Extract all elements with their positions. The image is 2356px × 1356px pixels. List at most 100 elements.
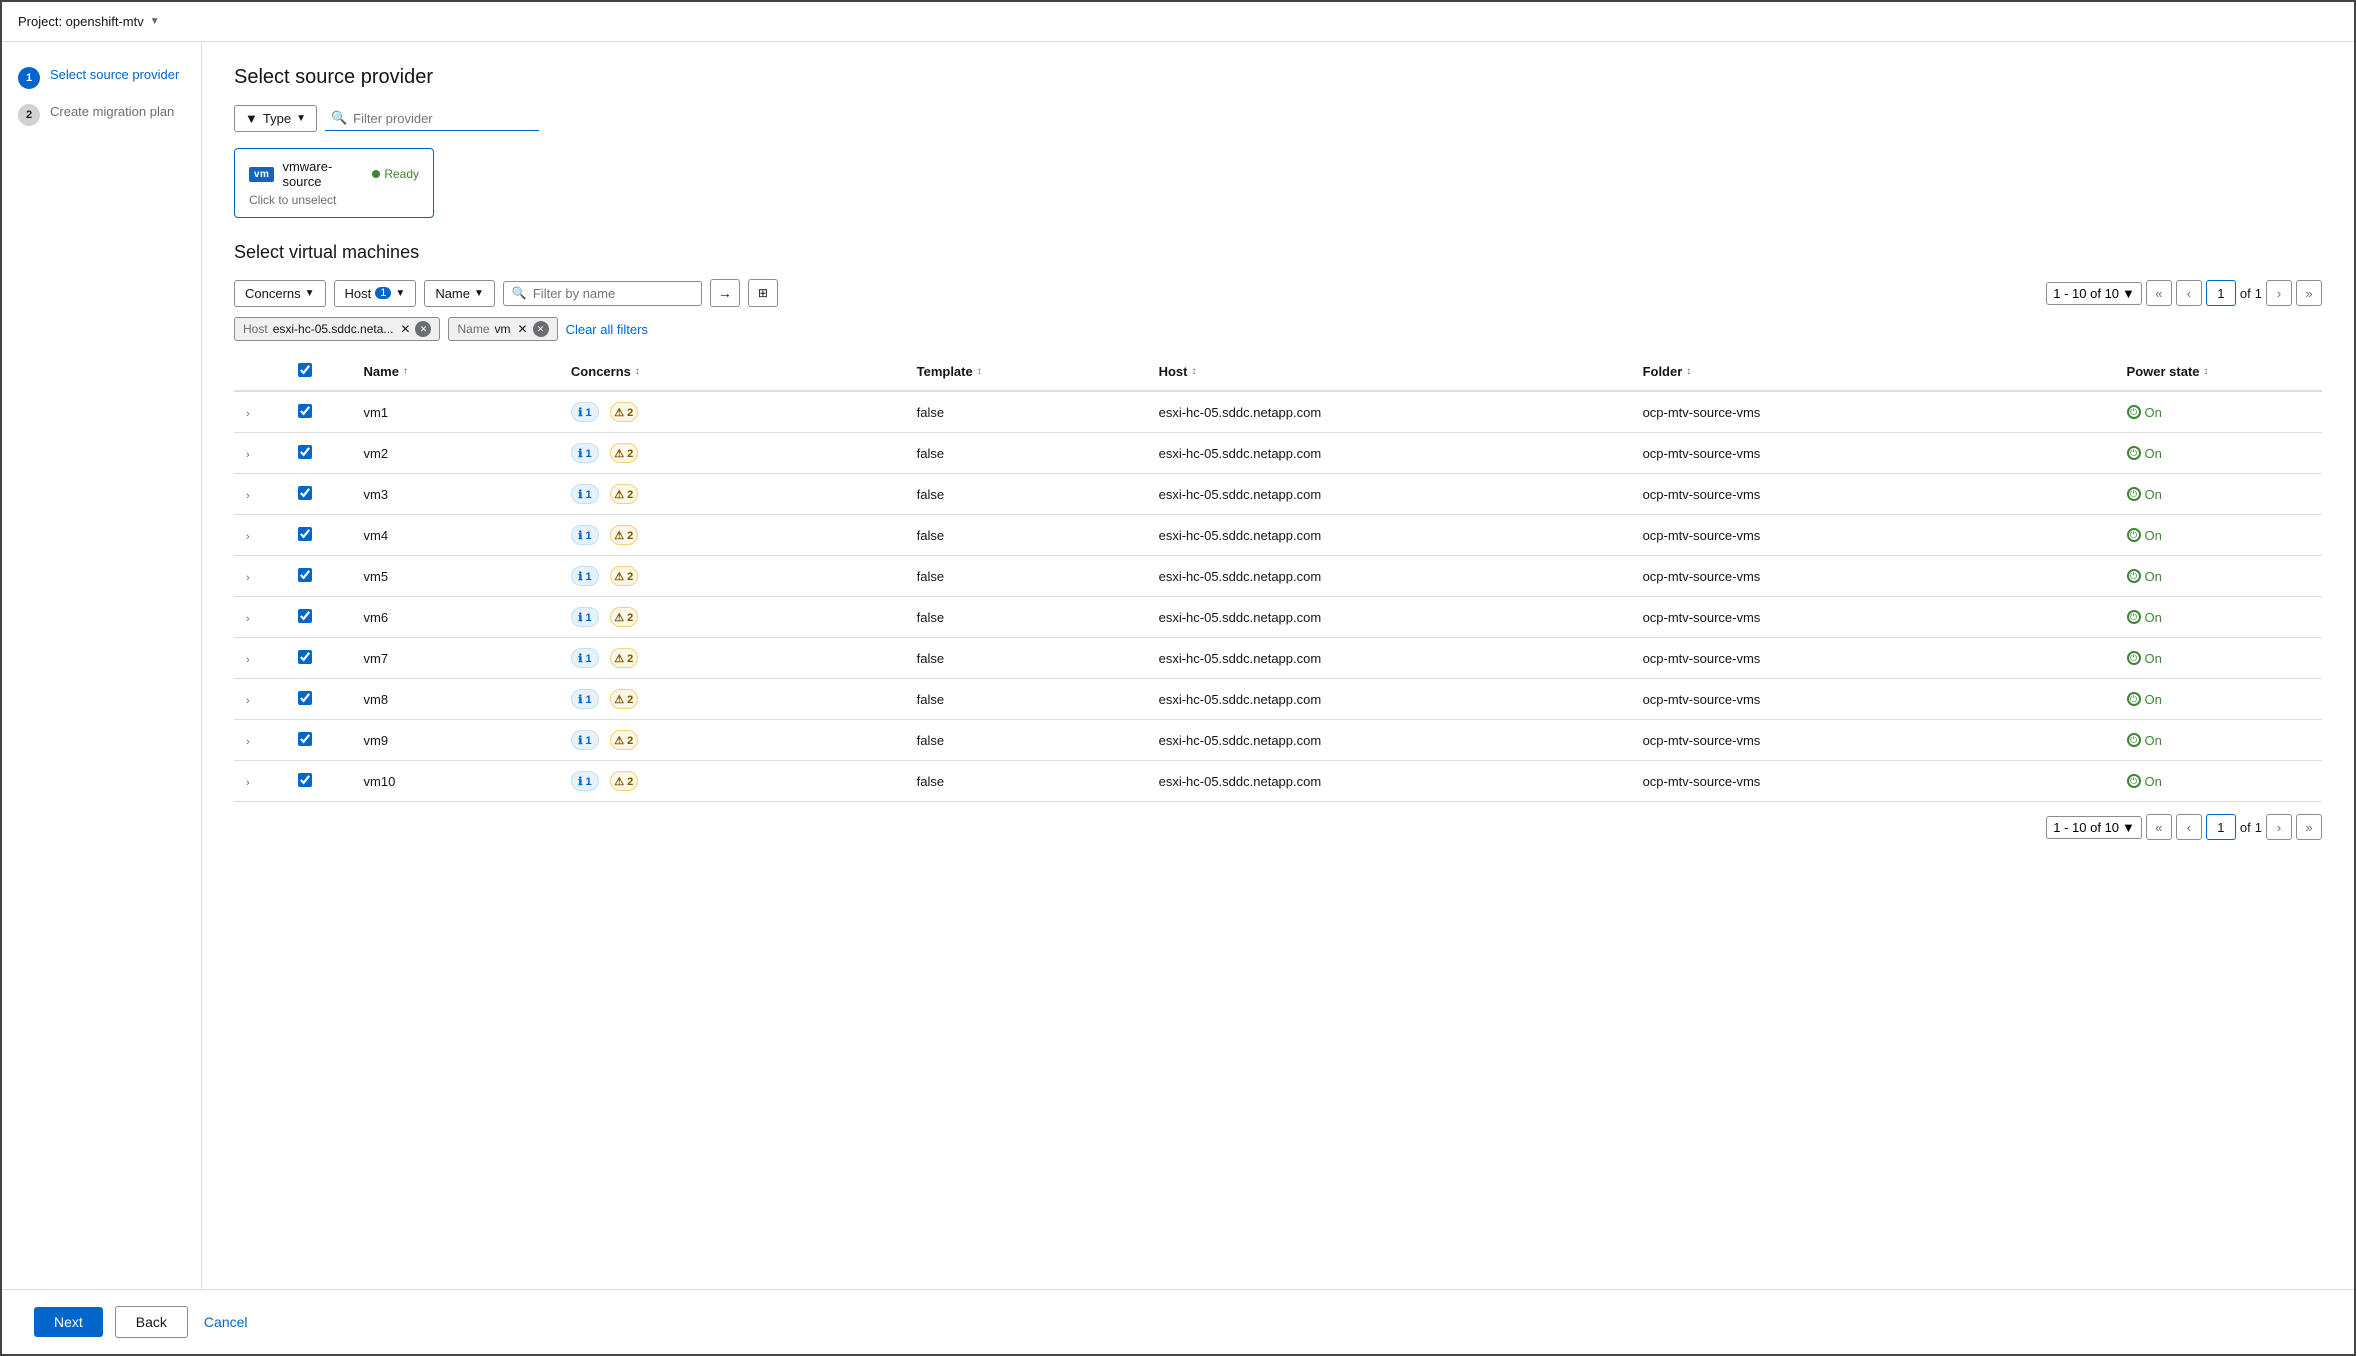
row-checkbox[interactable] — [298, 773, 312, 787]
table-row: › vm10 ℹ 1 ⚠ 2 false esxi-hc-05.sddc.net… — [234, 761, 2322, 802]
cancel-button[interactable]: Cancel — [200, 1307, 252, 1337]
warn-concern-badge[interactable]: ⚠ 2 — [610, 402, 638, 422]
row-expand-arrow[interactable]: › — [246, 572, 250, 584]
row-expand-arrow[interactable]: › — [246, 695, 250, 707]
warn-concern-badge[interactable]: ⚠ 2 — [610, 771, 638, 791]
bottom-next-page-button[interactable]: › — [2266, 814, 2292, 840]
row-expand-arrow[interactable]: › — [246, 777, 250, 789]
host-sort-icon[interactable]: ↕ — [1191, 366, 1196, 377]
power-col-label: Power state — [2127, 364, 2200, 379]
warn-concern-badge[interactable]: ⚠ 2 — [610, 443, 638, 463]
info-concern-badge[interactable]: ℹ 1 — [571, 730, 599, 750]
name-sort-icon[interactable]: ↑ — [403, 366, 408, 377]
row-expand-arrow[interactable]: › — [246, 654, 250, 666]
name-filter-input[interactable] — [533, 286, 693, 301]
vm-name-cell: vm2 — [352, 433, 559, 474]
vm-template-cell: false — [905, 679, 1147, 720]
power-state-label: On — [2145, 405, 2162, 420]
concerns-sort-icon[interactable]: ↕ — [635, 366, 640, 377]
bottom-per-page-selector[interactable]: 1 - 10 of 10 ▼ — [2046, 816, 2142, 839]
info-concern-badge[interactable]: ℹ 1 — [571, 402, 599, 422]
concerns-col-header: Concerns ↕ — [559, 353, 905, 391]
top-bar: Project: openshift-mtv ▼ — [2, 2, 2354, 42]
concerns-filter-button[interactable]: Concerns ▼ — [234, 280, 326, 307]
folder-sort-icon[interactable]: ↕ — [1686, 366, 1691, 377]
info-concern-badge[interactable]: ℹ 1 — [571, 566, 599, 586]
bottom-last-page-button[interactable]: » — [2296, 814, 2322, 840]
type-filter-button[interactable]: ▼ Type ▼ — [234, 105, 317, 132]
row-checkbox[interactable] — [298, 486, 312, 500]
vm-host-cell: esxi-hc-05.sddc.netapp.com — [1147, 679, 1631, 720]
row-checkbox[interactable] — [298, 691, 312, 705]
power-on-icon: ⏻ — [2127, 692, 2141, 706]
row-checkbox[interactable] — [298, 609, 312, 623]
concerns-chevron-icon: ▼ — [305, 288, 315, 299]
power-on-icon: ⏻ — [2127, 610, 2141, 624]
row-checkbox[interactable] — [298, 404, 312, 418]
warn-concern-badge[interactable]: ⚠ 2 — [610, 484, 638, 504]
of-label: of — [2240, 286, 2251, 301]
power-state-label: On — [2145, 774, 2162, 789]
prev-page-button[interactable]: ‹ — [2176, 280, 2202, 306]
back-button[interactable]: Back — [115, 1306, 188, 1338]
active-filters-bar: Host esxi-hc-05.sddc.neta... ✕ ✕ Name vm… — [234, 317, 2322, 341]
vm-concerns-cell: ℹ 1 ⚠ 2 — [559, 679, 905, 720]
warn-concern-badge[interactable]: ⚠ 2 — [610, 730, 638, 750]
row-checkbox[interactable] — [298, 527, 312, 541]
next-page-button[interactable]: › — [2266, 280, 2292, 306]
warn-concern-badge[interactable]: ⚠ 2 — [610, 607, 638, 627]
host-label: Host — [345, 286, 372, 301]
clear-all-filters-link[interactable]: Clear all filters — [566, 322, 648, 337]
power-sort-icon[interactable]: ↕ — [2204, 366, 2209, 377]
provider-filter-input[interactable] — [353, 111, 533, 126]
bottom-first-page-button[interactable]: « — [2146, 814, 2172, 840]
vm-concerns-cell: ℹ 1 ⚠ 2 — [559, 556, 905, 597]
name-chip-clear-button[interactable]: ✕ — [533, 321, 549, 337]
vm-power-cell: ⏻ On — [2115, 515, 2322, 556]
row-expand-arrow[interactable]: › — [246, 490, 250, 502]
per-page-selector[interactable]: 1 - 10 of 10 ▼ — [2046, 282, 2142, 305]
row-checkbox[interactable] — [298, 568, 312, 582]
table-row: › vm1 ℹ 1 ⚠ 2 false esxi-hc-05.sddc.neta… — [234, 391, 2322, 433]
row-expand-arrow[interactable]: › — [246, 736, 250, 748]
project-selector[interactable]: Project: openshift-mtv ▼ — [18, 14, 160, 29]
host-chip-remove-button[interactable]: ✕ — [400, 322, 410, 336]
provider-card[interactable]: vm vmware-source Ready Click to unselect — [234, 148, 434, 218]
host-chip-clear-button[interactable]: ✕ — [415, 321, 431, 337]
vm-name-cell: vm7 — [352, 638, 559, 679]
template-sort-icon[interactable]: ↕ — [977, 366, 982, 377]
warn-concern-badge[interactable]: ⚠ 2 — [610, 566, 638, 586]
vm-host-cell: esxi-hc-05.sddc.netapp.com — [1147, 597, 1631, 638]
info-concern-badge[interactable]: ℹ 1 — [571, 648, 599, 668]
first-page-button[interactable]: « — [2146, 280, 2172, 306]
next-button[interactable]: Next — [34, 1307, 103, 1337]
info-concern-badge[interactable]: ℹ 1 — [571, 607, 599, 627]
row-expand-arrow[interactable]: › — [246, 408, 250, 420]
info-concern-badge[interactable]: ℹ 1 — [571, 484, 599, 504]
host-filter-button[interactable]: Host 1 ▼ — [334, 280, 417, 307]
info-concern-badge[interactable]: ℹ 1 — [571, 443, 599, 463]
info-concern-badge[interactable]: ℹ 1 — [571, 689, 599, 709]
warn-concern-badge[interactable]: ⚠ 2 — [610, 648, 638, 668]
warn-concern-badge[interactable]: ⚠ 2 — [610, 525, 638, 545]
vm-power-cell: ⏻ On — [2115, 761, 2322, 802]
info-concern-badge[interactable]: ℹ 1 — [571, 771, 599, 791]
row-checkbox[interactable] — [298, 732, 312, 746]
row-expand-arrow[interactable]: › — [246, 531, 250, 543]
bottom-prev-page-button[interactable]: ‹ — [2176, 814, 2202, 840]
row-expand-arrow[interactable]: › — [246, 449, 250, 461]
vm-host-cell: esxi-hc-05.sddc.netapp.com — [1147, 515, 1631, 556]
warn-concern-badge[interactable]: ⚠ 2 — [610, 689, 638, 709]
columns-toggle-button[interactable]: ⊞ — [748, 279, 778, 307]
row-checkbox[interactable] — [298, 650, 312, 664]
row-checkbox[interactable] — [298, 445, 312, 459]
name-chip-remove-button[interactable]: ✕ — [518, 322, 528, 336]
row-expand-arrow[interactable]: › — [246, 613, 250, 625]
name-filter-button[interactable]: Name ▼ — [424, 280, 495, 307]
select-all-checkbox[interactable] — [298, 363, 312, 377]
step-1-label[interactable]: Select source provider — [50, 66, 179, 84]
info-concern-badge[interactable]: ℹ 1 — [571, 525, 599, 545]
last-page-button[interactable]: » — [2296, 280, 2322, 306]
sidebar-step-2: 2 Create migration plan — [18, 103, 185, 126]
search-submit-button[interactable]: → — [710, 279, 740, 307]
